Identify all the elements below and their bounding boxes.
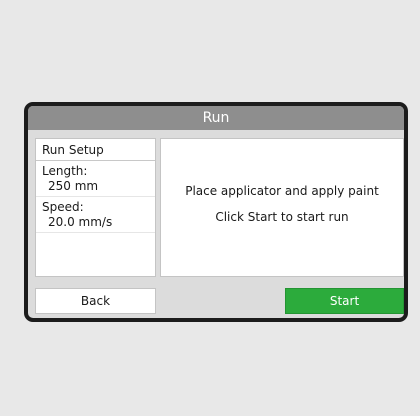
back-button[interactable]: Back <box>35 288 156 314</box>
start-button[interactable]: Start <box>285 288 404 314</box>
run-setup-title: Run Setup <box>36 139 155 161</box>
instruction-line-1: Place applicator and apply paint <box>185 183 379 198</box>
run-dialog: Run Run Setup Length: 250 mm Speed: 20.0… <box>24 102 408 322</box>
speed-label: Speed: <box>42 200 84 214</box>
speed-value: 20.0 mm/s <box>36 214 155 233</box>
instruction-panel: Place applicator and apply paint Click S… <box>160 138 404 277</box>
length-label: Length: <box>42 164 88 178</box>
length-value: 250 mm <box>36 178 155 197</box>
dialog-title: Run <box>28 106 404 130</box>
run-setup-panel: Run Setup Length: 250 mm Speed: 20.0 mm/… <box>35 138 156 277</box>
instruction-line-2: Click Start to start run <box>215 209 349 224</box>
